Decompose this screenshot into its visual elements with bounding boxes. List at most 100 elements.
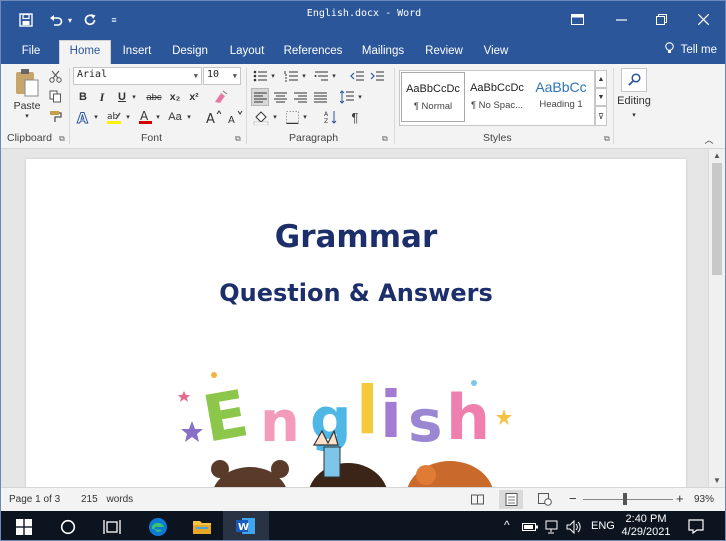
align-right-icon[interactable] [291,88,309,106]
bold-button[interactable]: B [75,89,91,105]
restore-icon[interactable] [641,1,681,37]
shading-icon[interactable] [252,109,270,125]
edge-icon[interactable] [135,511,181,540]
tab-view[interactable]: View [475,42,517,64]
tab-references[interactable]: References [279,42,347,64]
styles-more-icon[interactable]: ⊽ [595,106,607,126]
align-left-icon[interactable] [251,88,269,106]
italic-button[interactable]: I [94,89,110,105]
subscript-button[interactable]: x₂ [167,89,183,105]
tab-layout[interactable]: Layout [221,42,273,64]
read-mode-icon[interactable] [467,491,487,508]
style-no-spacing[interactable]: AaBbCcDc ¶ No Spac... [465,72,529,122]
word-icon[interactable]: W [223,511,269,540]
style-heading-1[interactable]: AaBbCc Heading 1 [529,72,593,122]
underline-button[interactable]: U [114,89,130,105]
font-size-dropdown[interactable]: 10 ▼ [203,67,241,85]
bullets-icon[interactable] [252,68,268,84]
text-effects-dropdown-icon[interactable]: ▾ [92,109,100,125]
increase-indent-icon[interactable] [369,68,385,84]
tab-mailings[interactable]: Mailings [353,42,413,64]
underline-dropdown-icon[interactable]: ▾ [130,89,138,105]
tab-insert[interactable]: Insert [115,42,159,64]
zoom-level[interactable]: 93% [694,494,714,505]
clock[interactable]: 2:40 PM 4/29/2021 [621,513,671,539]
show-formatting-marks-icon[interactable]: ¶ [347,109,363,125]
line-spacing-dropdown-icon[interactable]: ▾ [356,88,364,106]
style-normal[interactable]: AaBbCcDc ¶ Normal [401,72,465,122]
vertical-scrollbar[interactable]: ▲ ▼ [708,149,725,487]
change-case-dropdown-icon[interactable]: ▾ [185,109,193,125]
font-color-dropdown-icon[interactable]: ▾ [154,109,162,125]
svg-text:A: A [228,115,235,124]
strikethrough-button[interactable]: abc [143,89,165,105]
cut-icon[interactable] [47,68,63,84]
borders-dropdown-icon[interactable]: ▾ [301,109,309,125]
tab-review[interactable]: Review [419,42,469,64]
numbering-dropdown-icon[interactable]: ▾ [300,68,308,84]
scroll-down-icon[interactable]: ▼ [713,476,721,485]
windows-start-icon[interactable] [1,511,47,540]
styles-scroll-up-icon[interactable]: ▲ [595,70,607,88]
paste-button[interactable]: Paste ▾ [9,68,45,124]
superscript-button[interactable]: x² [186,89,202,105]
word-count[interactable]: 215 words [81,494,133,505]
tab-home[interactable]: Home [59,40,111,64]
copy-icon[interactable] [47,88,63,104]
zoom-slider-track[interactable] [583,499,673,500]
minimize-icon[interactable] [601,1,641,37]
highlight-color-icon[interactable]: ab [105,109,123,125]
shading-dropdown-icon[interactable]: ▾ [271,109,279,125]
font-color-icon[interactable]: A [137,109,153,125]
scrollbar-thumb[interactable] [712,163,722,275]
highlight-dropdown-icon[interactable]: ▾ [124,109,132,125]
ribbon-display-options-icon[interactable] [557,1,597,37]
font-launcher-icon[interactable]: ⧉ [235,134,243,143]
collapse-ribbon-icon[interactable]: ︿ [701,132,717,146]
page-count[interactable]: Page 1 of 3 [9,494,60,505]
network-icon[interactable] [541,511,563,540]
text-effects-icon[interactable]: A [75,109,91,125]
change-case-button[interactable]: Aa [165,109,185,125]
sort-icon[interactable]: AZ [323,109,339,125]
tell-me-box[interactable]: Tell me [665,42,717,56]
borders-icon[interactable] [284,109,300,125]
zoom-in-button[interactable]: + [676,491,684,506]
notifications-icon[interactable] [681,511,711,540]
clipboard-launcher-icon[interactable]: ⧉ [59,134,67,143]
justify-icon[interactable] [311,88,329,106]
font-name-dropdown[interactable]: Arial ▼ [73,67,202,85]
document-page[interactable]: Grammar Question & Answers E n g l i s h [26,159,686,489]
tab-file[interactable]: File [11,42,51,64]
bullets-dropdown-icon[interactable]: ▾ [269,68,277,84]
grow-font-icon[interactable]: A [205,109,223,125]
print-layout-icon[interactable] [499,490,523,509]
line-spacing-icon[interactable] [339,88,355,106]
decrease-indent-icon[interactable] [349,68,365,84]
paragraph-launcher-icon[interactable]: ⧉ [382,134,390,143]
web-layout-icon[interactable] [535,491,555,508]
show-hidden-icons-icon[interactable]: ^ [504,518,510,532]
multilevel-list-icon[interactable] [313,68,329,84]
search-circle-icon[interactable] [45,511,91,540]
numbering-icon[interactable] [283,68,299,84]
task-view-icon[interactable] [89,511,135,540]
editing-button[interactable]: Editing ▾ [617,68,651,126]
styles-launcher-icon[interactable]: ⧉ [604,134,612,143]
close-icon[interactable] [683,1,723,37]
multilevel-dropdown-icon[interactable]: ▾ [330,68,338,84]
language-indicator[interactable]: ENG [591,520,615,532]
clear-formatting-icon[interactable] [211,88,229,106]
align-center-icon[interactable] [271,88,289,106]
shrink-font-icon[interactable]: A [226,109,244,125]
battery-icon[interactable] [519,511,541,540]
volume-icon[interactable] [563,511,585,540]
scroll-up-icon[interactable]: ▲ [713,151,721,160]
zoom-slider-thumb[interactable] [623,493,627,505]
zoom-out-button[interactable]: − [569,491,577,506]
format-painter-icon[interactable] [47,108,63,124]
paste-label: Paste [13,100,41,112]
file-explorer-icon[interactable] [179,511,225,540]
tab-design[interactable]: Design [165,42,215,64]
styles-scroll-down-icon[interactable]: ▼ [595,88,607,106]
